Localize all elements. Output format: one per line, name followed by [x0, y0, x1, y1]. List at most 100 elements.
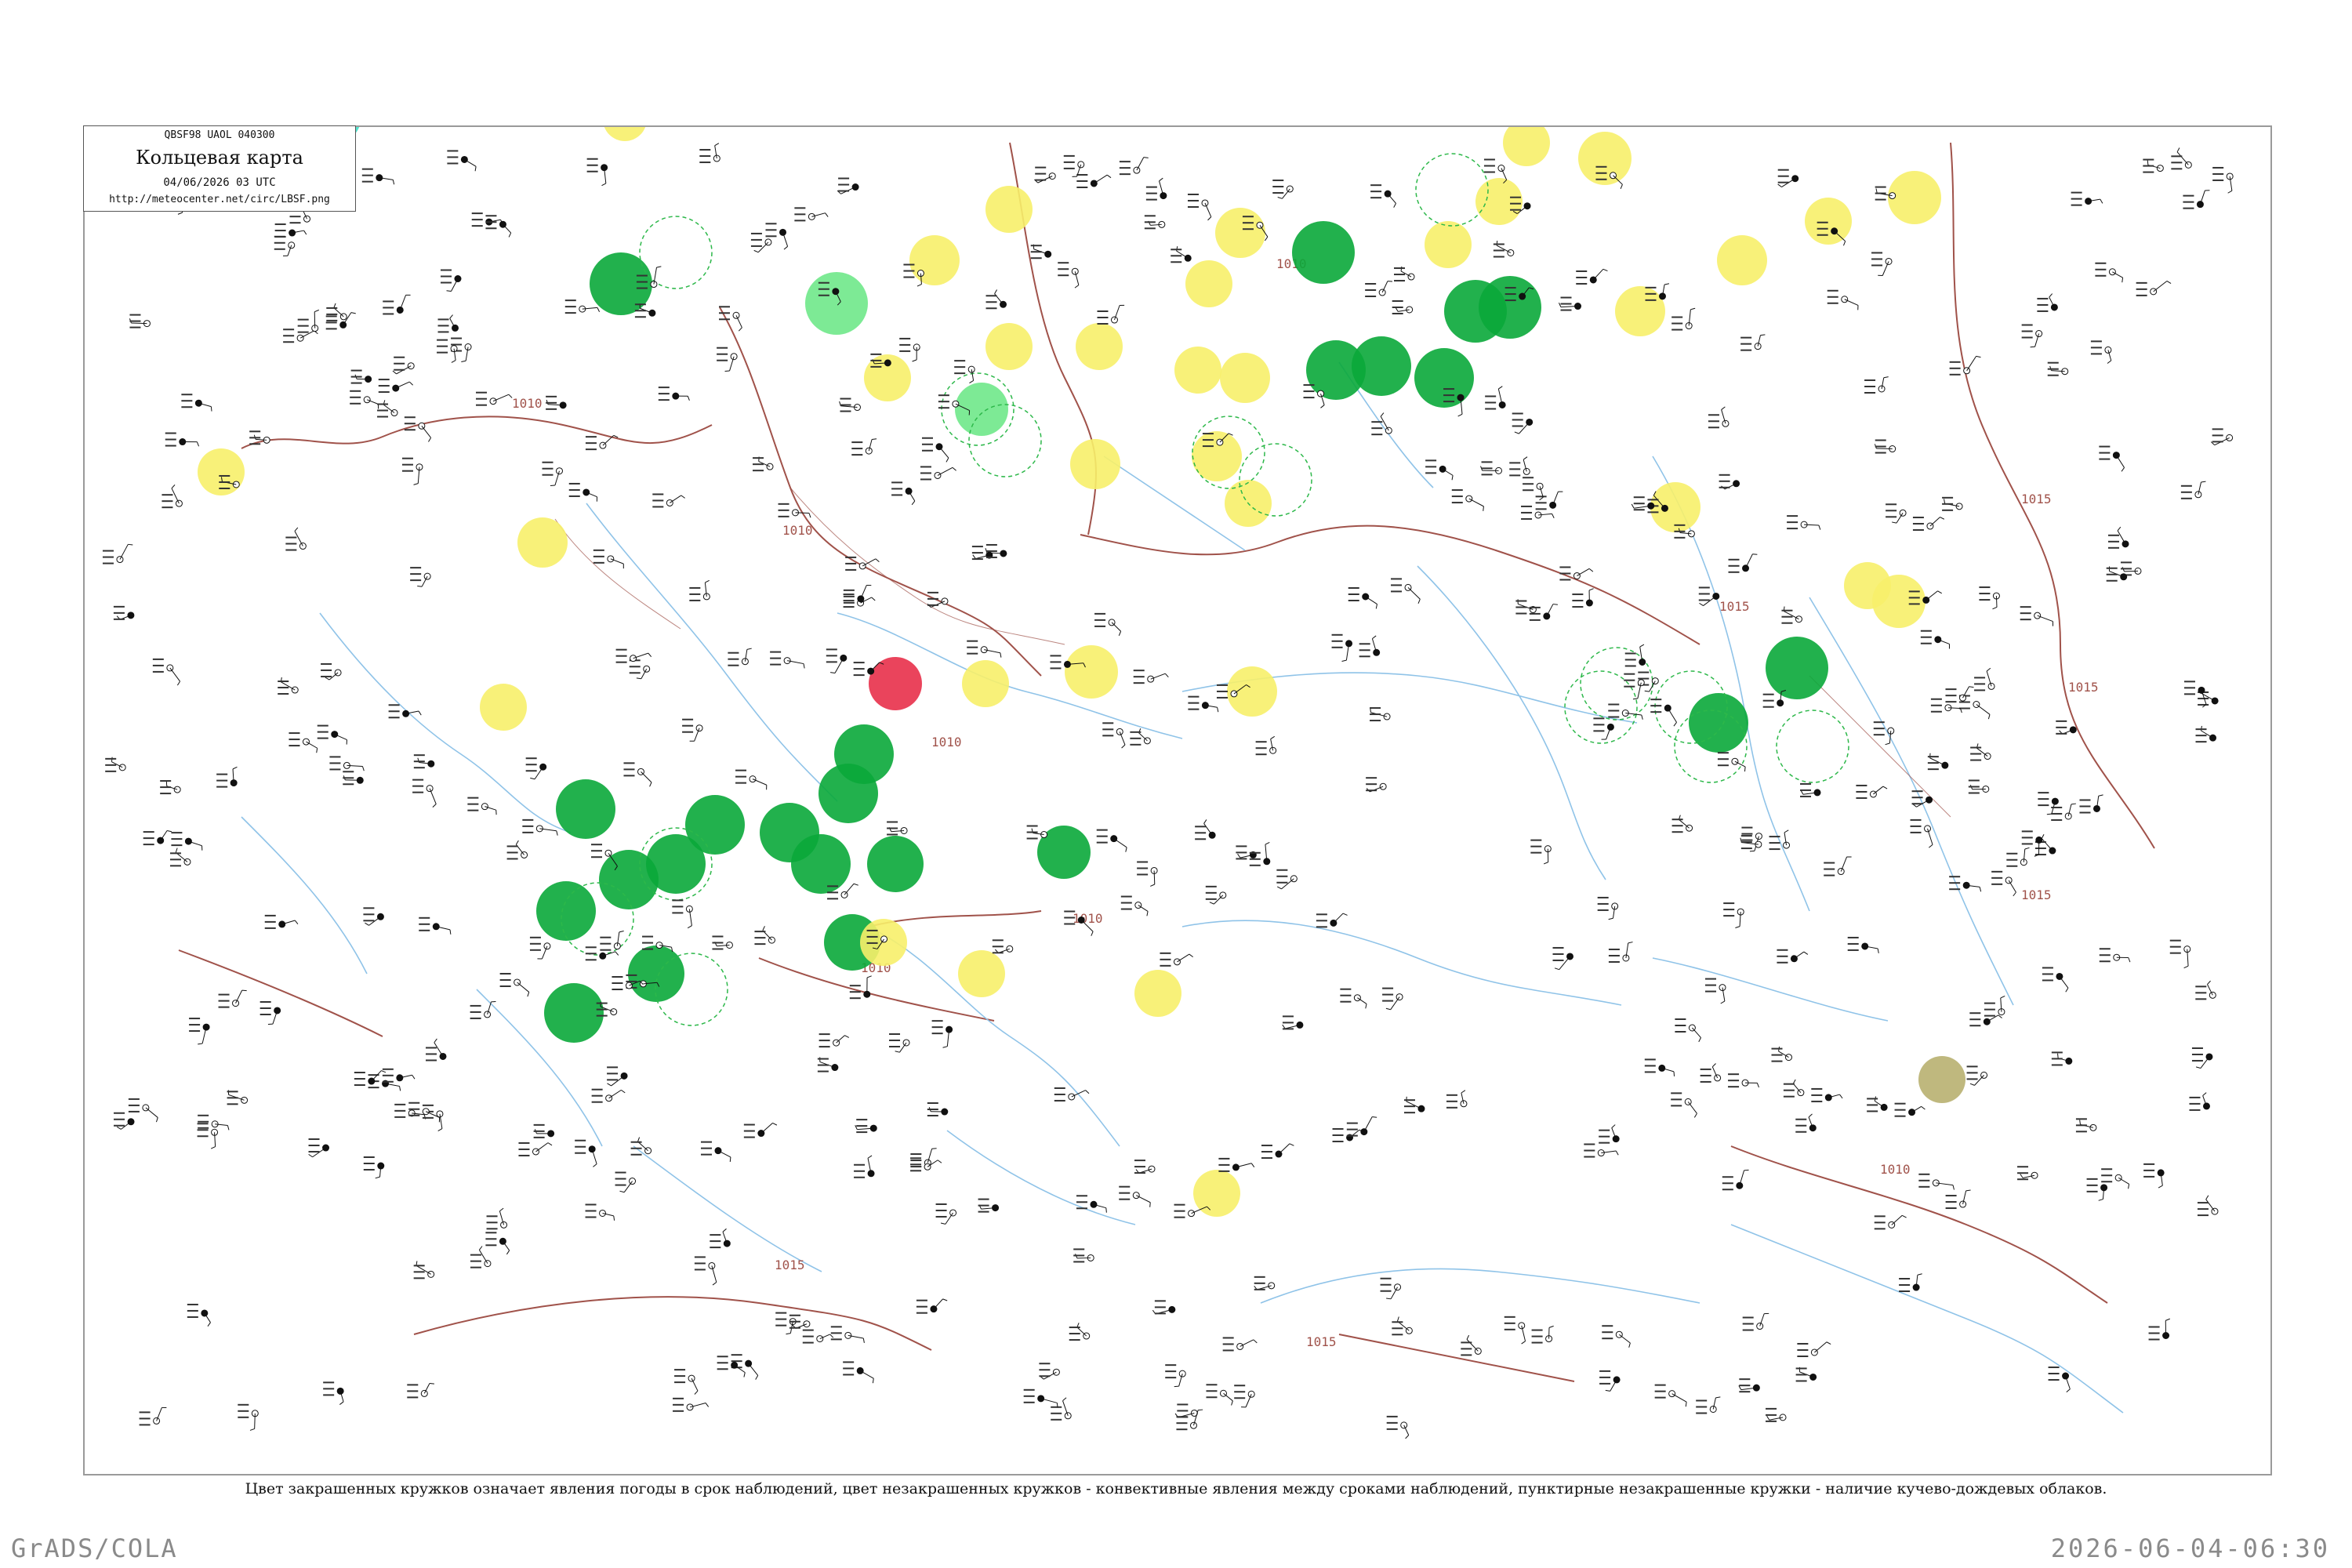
weather-circle — [791, 834, 851, 894]
station-glyph — [1144, 215, 1166, 230]
station-glyph — [1316, 913, 1348, 928]
station-glyph — [1174, 1403, 1198, 1418]
station-glyph — [437, 339, 458, 363]
station-glyph — [1722, 1169, 1749, 1191]
station-glyph — [388, 704, 422, 719]
station-glyph — [278, 677, 299, 695]
station-glyph — [967, 640, 1002, 658]
station-glyph — [2099, 445, 2125, 472]
station-glyph — [394, 1103, 426, 1120]
station-glyph — [1675, 1018, 1701, 1043]
station-glyph — [1120, 895, 1149, 916]
station-glyph — [1222, 1337, 1258, 1352]
station-glyph — [410, 567, 431, 587]
weather-circle — [1888, 171, 1941, 224]
station-glyph — [1847, 936, 1879, 953]
weather-circle — [805, 272, 868, 335]
station-glyph — [1597, 896, 1619, 920]
station-glyph — [361, 168, 395, 185]
station-glyph — [2184, 681, 2207, 708]
station-glyph — [694, 1256, 717, 1286]
station-glyph — [1771, 1046, 1792, 1062]
weather-circle — [1414, 348, 1474, 408]
station-glyph — [794, 207, 829, 222]
weather-circle — [517, 517, 568, 568]
station-glyph — [1740, 334, 1766, 351]
station-glyph — [899, 337, 920, 362]
station-glyph — [1942, 496, 1963, 511]
station-glyph — [1348, 587, 1377, 609]
station-glyph — [851, 438, 877, 456]
station-glyph — [1076, 173, 1112, 188]
station-glyph — [1370, 707, 1391, 722]
station-glyph — [1255, 735, 1277, 756]
station-glyph — [2006, 847, 2030, 867]
station-glyph — [985, 289, 1007, 310]
station-glyph — [1558, 296, 1582, 311]
station-glyph — [839, 397, 861, 412]
station-glyph — [1485, 386, 1506, 410]
station-glyph — [378, 379, 413, 394]
map-title-box: QBSF98 UAOL 040300 Кольцевая карта 04/06… — [83, 125, 356, 212]
station-glyph — [437, 314, 459, 333]
station-glyph — [1234, 1385, 1255, 1408]
station-glyph — [476, 391, 513, 406]
isobar-label: 1010 — [1880, 1162, 1911, 1177]
station-glyph — [1171, 246, 1192, 263]
station-glyph — [1097, 304, 1125, 325]
station-glyph — [728, 648, 752, 666]
station-glyph — [600, 931, 624, 951]
weather-circle — [1065, 645, 1118, 699]
station-glyph — [2183, 190, 2210, 209]
station-glyph — [1979, 586, 2000, 610]
station-glyph — [1559, 566, 1594, 581]
weather-circle — [1475, 178, 1523, 225]
weather-circle — [1717, 235, 1767, 285]
station-glyph — [218, 989, 247, 1008]
station-glyph — [910, 1157, 942, 1172]
station-glyph — [818, 1033, 850, 1048]
station-glyph — [1069, 1323, 1091, 1341]
station-glyph — [181, 394, 212, 412]
station-glyph — [1742, 1312, 1769, 1331]
station-glyph — [440, 269, 462, 292]
station-glyph — [1766, 1407, 1787, 1422]
station-glyph — [485, 215, 512, 238]
station-glyph — [1187, 193, 1212, 221]
station-glyph — [1650, 699, 1677, 727]
station-glyph — [350, 390, 379, 409]
station-glyph — [2180, 481, 2206, 499]
station-glyph — [658, 387, 690, 401]
station-glyph — [1624, 673, 1645, 700]
station-glyph — [2075, 1118, 2097, 1133]
station-glyph — [162, 485, 183, 509]
station-glyph — [1708, 406, 1730, 429]
station-glyph — [2017, 1166, 2038, 1181]
weather-circle — [1076, 323, 1123, 370]
station-glyph — [2079, 794, 2103, 814]
station-glyph — [1969, 1012, 2002, 1027]
isobar-label: 1010 — [931, 735, 962, 750]
station-glyph — [1795, 1113, 1817, 1133]
station-glyph — [1446, 1090, 1468, 1109]
weather-circle — [1503, 127, 1550, 166]
station-glyph — [830, 1326, 865, 1343]
station-glyph — [1811, 1087, 1843, 1102]
isobars — [554, 487, 1951, 818]
station-glyph — [350, 369, 372, 384]
isobar-label: 1015 — [775, 1258, 805, 1272]
station-glyph — [564, 299, 601, 314]
station-glyph — [743, 1122, 778, 1138]
station-glyph — [529, 936, 551, 960]
station-glyph — [1781, 606, 1802, 624]
station-glyph — [383, 294, 411, 315]
station-glyph — [920, 466, 956, 481]
station-glyph — [198, 1114, 230, 1131]
station-glyph — [586, 158, 608, 187]
station-glyph — [187, 1303, 211, 1327]
station-glyph — [1910, 818, 1933, 848]
station-glyph — [419, 916, 452, 935]
station-glyph — [682, 718, 703, 742]
station-glyph — [1119, 157, 1149, 176]
station-glyph — [169, 848, 191, 867]
